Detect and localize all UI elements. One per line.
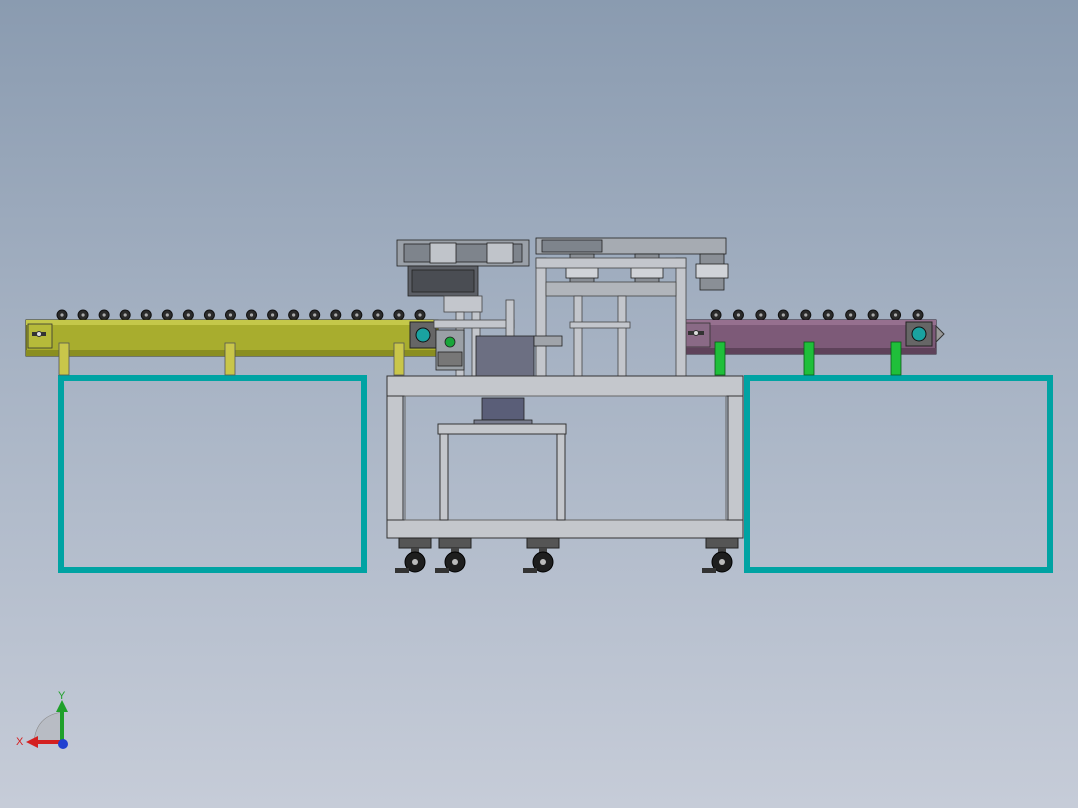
left-base-frame [58, 375, 367, 573]
cad-viewport[interactable]: Y X [0, 0, 1078, 808]
right-base-frame [744, 375, 1053, 573]
roller-axle [81, 313, 85, 317]
right-conveyor-rollers [710, 309, 924, 321]
y-axis-label: Y [58, 690, 66, 702]
gantry-left-module [396, 239, 530, 297]
roller-axle [186, 313, 190, 317]
roller-axle [249, 313, 254, 317]
machine-table [386, 375, 744, 539]
roller-axle [228, 313, 233, 317]
roller-axle [714, 313, 718, 317]
roller-axle [334, 313, 338, 317]
caster [523, 537, 560, 573]
roller-axle [165, 313, 169, 317]
roller-axle [60, 313, 64, 317]
right-conveyor-end-cap [683, 322, 711, 348]
roller-axle [826, 313, 830, 317]
roller-axle [313, 313, 317, 317]
roller-axle [207, 313, 212, 317]
caster [395, 537, 432, 573]
assembly-drawing: Y X [16, 237, 1053, 749]
caster-wheels [395, 537, 739, 573]
roller-axle [916, 313, 920, 317]
roller-axle [376, 313, 380, 317]
roller-axle [759, 313, 763, 317]
right-conveyor [681, 309, 945, 376]
x-axis-label: X [16, 736, 24, 748]
roller-axle [102, 313, 106, 317]
left-conveyor [25, 309, 439, 376]
roller-axle [397, 313, 401, 317]
left-conveyor-rollers [56, 309, 426, 321]
left-conveyor-motor [409, 321, 437, 349]
left-conveyor-end-cap [27, 323, 53, 349]
roller-axle [355, 313, 359, 317]
roller-axle [123, 313, 127, 317]
roller-axle [893, 313, 898, 317]
roller-axle [418, 313, 422, 317]
sensor-unit [435, 329, 465, 371]
roller-axle [292, 313, 296, 317]
roller-axle [781, 313, 785, 317]
center-machine [386, 237, 744, 573]
roller-axle [804, 313, 808, 317]
roller-axle [871, 313, 875, 317]
roller-axle [736, 313, 741, 317]
roller-axle [849, 313, 853, 317]
coordinate-triad: Y X [16, 690, 68, 749]
right-conveyor-motor [905, 321, 933, 347]
caster [702, 537, 739, 573]
z-axis-dot [58, 739, 68, 749]
caster [435, 537, 472, 573]
roller-axle [144, 313, 148, 317]
roller-axle [270, 313, 275, 317]
